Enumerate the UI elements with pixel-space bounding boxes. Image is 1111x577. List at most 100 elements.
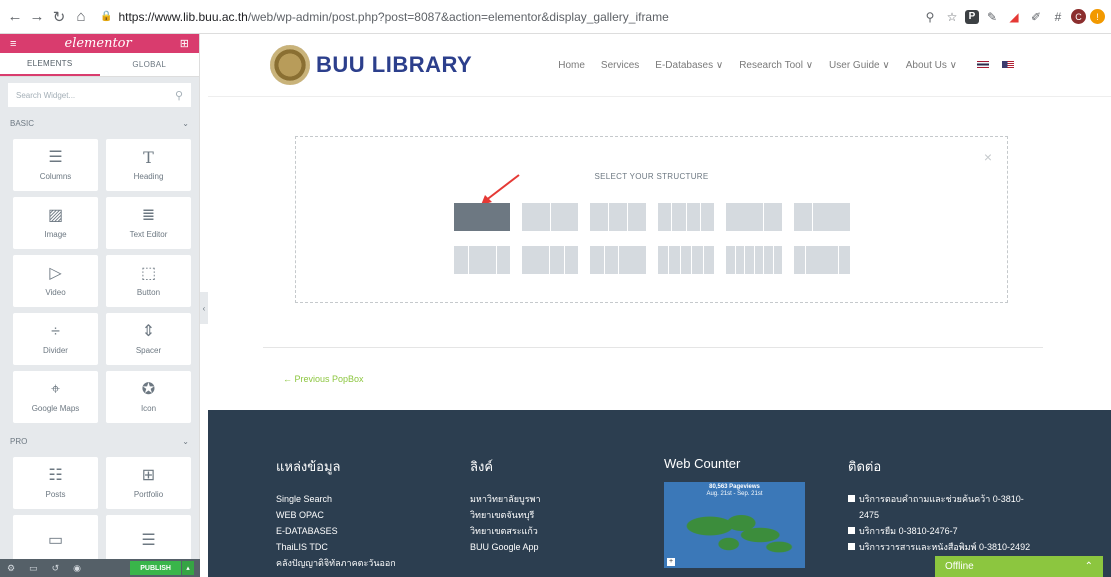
- home-icon[interactable]: ⌂: [70, 6, 92, 28]
- structure-preset-2col[interactable]: [522, 203, 578, 231]
- widget-spacer[interactable]: ⇕ Spacer: [106, 313, 191, 365]
- widget-columns[interactable]: ☰ Columns: [13, 139, 98, 191]
- previous-post-link[interactable]: ← Previous PopBox: [283, 374, 364, 384]
- widget-google-maps[interactable]: ⌖ Google Maps: [13, 371, 98, 423]
- bookmark-star-icon[interactable]: ☆: [943, 8, 961, 26]
- hamburger-menu-icon[interactable]: ≡: [10, 38, 16, 50]
- web-counter-title: Web Counter: [664, 456, 741, 471]
- structure-selector: × SELECT YOUR STRUCTURE: [295, 136, 1008, 303]
- panel-footer: ⚙ ▭ ↺ ◉ PUBLISH ▴: [0, 559, 200, 577]
- footer-link[interactable]: คลังปัญญาดิจิทัลภาคตะวันออก: [276, 555, 396, 571]
- structure-preset-3col-c[interactable]: [590, 246, 646, 274]
- widget-posts[interactable]: ☷ Posts: [13, 457, 98, 509]
- red-arrow-annotation: [481, 174, 520, 205]
- zoom-plus-icon[interactable]: +: [667, 558, 675, 566]
- footer-link[interactable]: WEB OPAC: [276, 507, 396, 523]
- menu-research-tool[interactable]: Research Tool ∨: [739, 60, 813, 71]
- footer-link[interactable]: Single Search: [276, 491, 396, 507]
- widget-label: Button: [136, 287, 161, 297]
- structure-preset-4col[interactable]: [658, 203, 714, 231]
- structure-preset-2col-narrow[interactable]: [794, 203, 850, 231]
- structure-preset-3col-b[interactable]: [522, 246, 578, 274]
- footer-resources: แหล่งข้อมูล Single Search WEB OPAC E-DAT…: [276, 456, 396, 571]
- widget-icon[interactable]: ✪ Icon: [106, 371, 191, 423]
- preview-eye-icon[interactable]: ◉: [73, 563, 81, 574]
- widget-image[interactable]: ▨ Image: [13, 197, 98, 249]
- reload-icon[interactable]: ↻: [48, 6, 70, 28]
- structure-preset-3col-a[interactable]: [454, 246, 510, 274]
- footer-link[interactable]: BUU Google App: [470, 539, 541, 555]
- structure-preset-2col-wide[interactable]: [726, 203, 782, 231]
- structure-preset-1col[interactable]: [454, 203, 510, 231]
- forward-icon[interactable]: →: [26, 6, 48, 28]
- category-basic-label: BASIC: [10, 118, 35, 128]
- close-icon[interactable]: ×: [984, 149, 992, 165]
- widget-label: Columns: [39, 171, 72, 181]
- contact-text: บริการตอบคำถามและช่วยค้นคว้า 0-3810-2475: [859, 494, 1024, 520]
- zoom-icon[interactable]: ⚲: [921, 8, 939, 26]
- counter-pageviews: 80,563 Pageviews: [709, 484, 760, 490]
- menu-home[interactable]: Home: [558, 60, 585, 71]
- responsive-icon[interactable]: ▭: [29, 563, 38, 574]
- menu-about-us[interactable]: About Us ∨: [906, 60, 957, 71]
- main-menu: Home Services E-Databases ∨ Research Too…: [558, 60, 1014, 71]
- hash-icon[interactable]: #: [1049, 8, 1067, 26]
- thai-flag-icon[interactable]: [976, 61, 989, 69]
- settings-icon[interactable]: ⚙: [7, 563, 15, 574]
- footer-resources-title: แหล่งข้อมูล: [276, 459, 341, 474]
- structure-preset-3col-d[interactable]: [794, 246, 850, 274]
- widget-text-editor[interactable]: ≣ Text Editor: [106, 197, 191, 249]
- widget-label: Text Editor: [129, 229, 168, 239]
- back-icon[interactable]: ←: [4, 6, 26, 28]
- pro-widgets-grid: ☷ Posts ⊞ Portfolio ▭ ☰: [0, 451, 199, 575]
- history-icon[interactable]: ↺: [52, 563, 60, 574]
- menu-services[interactable]: Services: [601, 60, 639, 71]
- panel-collapse-handle[interactable]: ‹: [200, 292, 208, 324]
- button-icon: ⬚: [140, 264, 157, 282]
- university-seal-logo: [270, 45, 310, 85]
- widget-label: Icon: [140, 403, 157, 413]
- image-icon: ▨: [47, 206, 64, 224]
- widget-label: Google Maps: [31, 403, 80, 413]
- tab-global[interactable]: GLOBAL: [100, 53, 200, 76]
- structure-preset-5col[interactable]: [658, 246, 715, 274]
- widgets-grid-icon[interactable]: ⊞: [180, 37, 189, 50]
- widget-portfolio[interactable]: ⊞ Portfolio: [106, 457, 191, 509]
- category-basic[interactable]: BASIC ⌄: [0, 113, 199, 133]
- widget-label: Divider: [43, 345, 68, 355]
- web-counter-widget[interactable]: 80,563 Pageviews Aug. 21st - Sep. 21st +: [664, 482, 805, 568]
- panel-header: ≡ elementor ⊞: [0, 34, 199, 53]
- address-bar[interactable]: 🔒 https://www.lib.buu.ac.th /web/wp-admi…: [100, 5, 920, 29]
- profile-avatar-icon[interactable]: C: [1071, 9, 1086, 24]
- extension-red-icon[interactable]: ◢: [1005, 8, 1023, 26]
- footer-link[interactable]: วิทยาเขตสระแก้ว: [470, 523, 541, 539]
- publish-options-icon[interactable]: ▴: [182, 561, 194, 575]
- widget-button[interactable]: ⬚ Button: [106, 255, 191, 307]
- site-brand[interactable]: BUU LIBRARY: [270, 45, 472, 85]
- menu-e-databases[interactable]: E-Databases ∨: [655, 60, 723, 71]
- tab-elements[interactable]: ELEMENTS: [0, 53, 100, 76]
- structure-preset-3col[interactable]: [590, 203, 646, 231]
- extension-p-icon[interactable]: P: [965, 9, 979, 24]
- us-flag-icon[interactable]: [1001, 61, 1014, 69]
- contact-title: ติดต่อ: [848, 459, 882, 474]
- star-icon: ✪: [141, 380, 156, 398]
- update-icon[interactable]: !: [1090, 9, 1105, 24]
- widget-video[interactable]: ▷ Video: [13, 255, 98, 307]
- footer-link[interactable]: ThaiLIS TDC: [276, 539, 396, 555]
- footer-link[interactable]: มหาวิทยาลัยบูรพา: [470, 491, 541, 507]
- footer-web-counter: Web Counter 80,563 Pageviews Aug. 21st - …: [664, 456, 805, 568]
- contact-item: บริการวารสารและหนังสือพิมพ์ 0-3810-2492: [848, 539, 1038, 555]
- eyedropper-icon[interactable]: ✎: [983, 8, 1001, 26]
- footer-link[interactable]: E-DATABASES: [276, 523, 396, 539]
- category-pro[interactable]: PRO ⌄: [0, 431, 199, 451]
- widget-search-input[interactable]: Search Widget... ⚲: [8, 83, 191, 107]
- structure-preset-6col[interactable]: [726, 246, 782, 274]
- widget-divider[interactable]: ÷ Divider: [13, 313, 98, 365]
- extension-pen-icon[interactable]: ✐: [1027, 8, 1045, 26]
- publish-button[interactable]: PUBLISH: [130, 561, 181, 575]
- widget-heading[interactable]: T Heading: [106, 139, 191, 191]
- chat-offline-bar[interactable]: Offline ⌃: [935, 556, 1103, 577]
- menu-user-guide[interactable]: User Guide ∨: [829, 60, 890, 71]
- footer-link[interactable]: วิทยาเขตจันทบุรี: [470, 507, 541, 523]
